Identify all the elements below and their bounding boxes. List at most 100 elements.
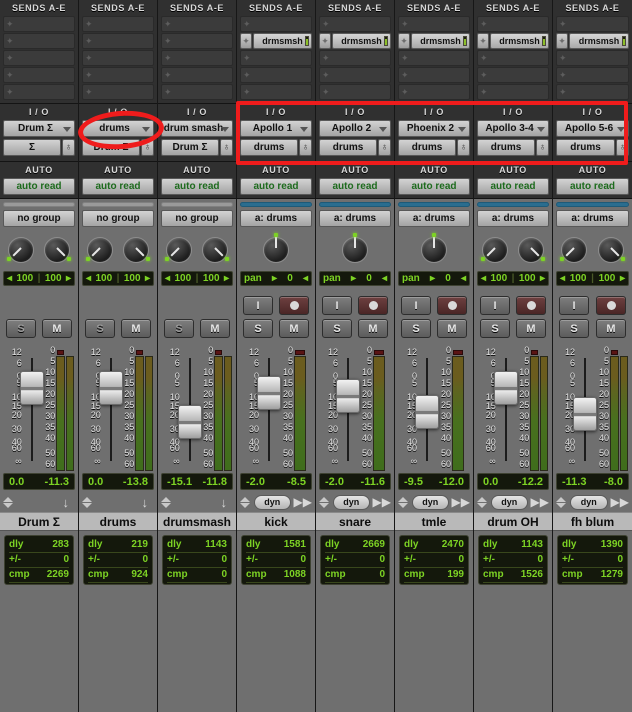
input-monitor-button[interactable]: I <box>401 296 431 315</box>
io-invert-phase-button[interactable]: ♁ <box>378 139 391 156</box>
send-empty-slot[interactable]: ✦ <box>477 84 549 100</box>
send-slot-C[interactable]: ✦ <box>3 50 75 66</box>
io-output-selector[interactable]: Drum Σ <box>3 120 75 137</box>
track-name[interactable]: drums <box>79 512 157 531</box>
send-assign-icon[interactable]: ✦ <box>240 33 252 49</box>
send-slot-A[interactable]: ✦ <box>398 16 470 32</box>
send-empty-slot[interactable]: ✦ <box>240 50 312 66</box>
fader-value-display[interactable]: -15.1 -11.8 <box>161 473 233 490</box>
group-selector[interactable]: no group <box>3 210 75 227</box>
send-empty-slot[interactable]: ✦ <box>240 16 312 32</box>
pan-knob-right[interactable] <box>596 233 626 263</box>
pan-knob-left[interactable] <box>480 233 510 263</box>
send-slot-D[interactable]: ✦ <box>3 67 75 83</box>
send-slot-C[interactable]: ✦ <box>161 50 233 66</box>
fader-value-display[interactable]: 0.0 -11.3 <box>3 473 75 490</box>
dynamics-button[interactable]: dyn <box>570 494 608 510</box>
io-invert-phase-button[interactable]: ♁ <box>141 139 154 156</box>
volume-fader[interactable] <box>19 348 44 471</box>
mute-button[interactable]: M <box>516 319 546 338</box>
io-input-selector[interactable]: drums <box>240 139 298 156</box>
pan-knob[interactable] <box>419 233 449 263</box>
solo-button[interactable]: S <box>6 319 36 338</box>
pan-value-display[interactable]: pan ▸ 0 ◂ <box>319 271 391 286</box>
record-arm-button[interactable] <box>279 296 309 315</box>
track-name[interactable]: fh blum <box>553 512 632 531</box>
height-stepper[interactable] <box>240 496 251 508</box>
send-slot-B[interactable]: ✦ drmsmsh <box>556 33 629 49</box>
volume-fader[interactable] <box>415 348 439 471</box>
track-comments[interactable]: dly 1390 +/- 0 cmp 1279 <box>557 535 628 585</box>
volume-fader[interactable] <box>493 348 518 471</box>
send-slot-A[interactable]: ✦ <box>161 16 233 32</box>
pan-knob[interactable] <box>261 233 291 263</box>
send-empty-slot[interactable]: ✦ <box>398 84 470 100</box>
mute-button[interactable]: M <box>596 319 626 338</box>
io-output-selector[interactable]: Apollo 2 <box>319 120 391 137</box>
pan-value-display[interactable]: ◂ 100 | 100 ▸ <box>477 271 549 286</box>
send-slot-E[interactable]: ✦ <box>556 84 629 100</box>
record-arm-button[interactable] <box>516 296 546 315</box>
height-stepper[interactable] <box>477 496 488 508</box>
automation-mode-selector[interactable]: auto read <box>477 178 549 195</box>
mute-button[interactable]: M <box>200 319 230 338</box>
height-stepper[interactable] <box>556 496 567 508</box>
pan-knob-left[interactable] <box>85 233 115 263</box>
down-arrow-icon[interactable]: ↓ <box>175 496 233 509</box>
volume-fader[interactable] <box>257 348 281 471</box>
double-arrow-icon[interactable]: ▶▶ <box>611 496 629 508</box>
send-name-label[interactable]: drmsmsh <box>253 33 312 49</box>
automation-mode-selector[interactable]: auto read <box>556 178 629 195</box>
io-invert-phase-button[interactable]: ♁ <box>299 139 312 156</box>
send-slot-D[interactable]: ✦ <box>556 67 629 83</box>
track-comments[interactable]: dly 283 +/- 0 cmp 2269 <box>4 535 74 585</box>
send-slot-C[interactable]: ✦ <box>240 50 312 66</box>
volume-fader[interactable] <box>177 348 202 471</box>
send-slot-A[interactable]: ✦ <box>82 16 154 32</box>
volume-fader[interactable] <box>336 348 360 471</box>
dynamics-button[interactable]: dyn <box>491 494 528 510</box>
group-selector[interactable]: no group <box>161 210 233 227</box>
mute-button[interactable]: M <box>279 319 309 338</box>
send-empty-slot[interactable]: ✦ <box>240 67 312 83</box>
pan-knob-right[interactable] <box>200 233 230 263</box>
send-slot-C[interactable]: ✦ <box>82 50 154 66</box>
send-empty-slot[interactable]: ✦ <box>319 67 391 83</box>
height-stepper[interactable] <box>82 496 93 508</box>
input-monitor-button[interactable]: I <box>322 296 352 315</box>
send-slot-D[interactable]: ✦ <box>319 67 391 83</box>
double-arrow-icon[interactable]: ▶▶ <box>531 496 549 508</box>
send-empty-slot[interactable]: ✦ <box>161 67 233 83</box>
send-slot-B[interactable]: ✦ drmsmsh <box>477 33 549 49</box>
volume-fader[interactable] <box>98 348 123 471</box>
io-output-selector[interactable]: Apollo 5-6 <box>556 120 629 137</box>
track-comments[interactable]: dly 1143 +/- 0 cmp 1526 <box>478 535 548 585</box>
clip-indicator[interactable] <box>453 350 463 355</box>
height-stepper[interactable] <box>398 496 409 508</box>
track-comments[interactable]: dly 2669 +/- 0 cmp 0 <box>320 535 390 585</box>
send-slot-A[interactable]: ✦ <box>319 16 391 32</box>
send-slot-E[interactable]: ✦ <box>477 84 549 100</box>
send-name-label[interactable]: drmsmsh <box>411 33 470 49</box>
automation-mode-selector[interactable]: auto read <box>240 178 312 195</box>
io-output-selector[interactable]: Phoenix 2 <box>398 120 470 137</box>
io-input-selector[interactable]: drums <box>477 139 535 156</box>
pan-value-display[interactable]: pan ▸ 0 ◂ <box>240 271 312 286</box>
double-arrow-icon[interactable]: ▶▶ <box>294 496 312 508</box>
input-monitor-button[interactable]: I <box>480 296 510 315</box>
automation-mode-selector[interactable]: auto read <box>161 178 233 195</box>
io-invert-phase-button[interactable]: ♁ <box>616 139 629 156</box>
volume-fader[interactable] <box>573 348 597 471</box>
solo-button[interactable]: S <box>559 319 589 338</box>
height-stepper[interactable] <box>3 496 14 508</box>
mute-button[interactable]: M <box>358 319 388 338</box>
send-name-label[interactable]: drmsmsh <box>332 33 391 49</box>
send-slot-D[interactable]: ✦ <box>477 67 549 83</box>
pan-value-display[interactable]: ◂ 100 | 100 ▸ <box>161 271 233 286</box>
track-name[interactable]: drumsmash <box>158 512 236 531</box>
down-arrow-icon[interactable]: ↓ <box>96 496 154 509</box>
send-slot-E[interactable]: ✦ <box>3 84 75 100</box>
group-selector[interactable]: a: drums <box>556 210 629 227</box>
io-invert-phase-button[interactable]: ♁ <box>457 139 470 156</box>
send-empty-slot[interactable]: ✦ <box>82 84 154 100</box>
